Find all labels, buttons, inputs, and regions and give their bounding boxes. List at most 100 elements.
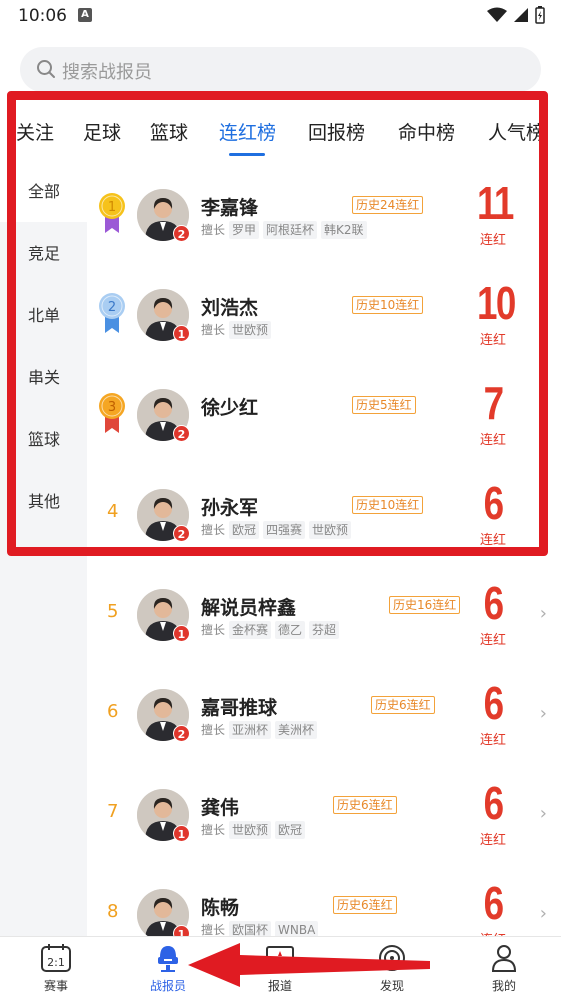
expertise-tag: 世欧预 [229,321,272,339]
ranking-row[interactable]: 4 2 孙永军 历史10连红 擅长 欧冠 四强赛 世欧预 6 连红 › [87,463,561,563]
nav-reports[interactable]: 报道 [240,943,320,994]
profile-icon [491,945,517,972]
tab-return-ranking[interactable]: 回报榜 [308,118,365,145]
expertise-tags: 擅长 欧冠 四强赛 世欧预 [201,521,352,539]
calendar-score-icon: 2:1 [41,944,71,972]
expertise-tags: 擅长 世欧预 [201,321,272,339]
history-streak-badge: 历史10连红 [352,296,424,314]
wifi-icon [487,7,507,22]
expertise-label: 擅长 [201,723,226,737]
tab-popularity-ranking[interactable]: 人气榜 [488,118,545,145]
tab-streak-ranking[interactable]: 连红榜 [219,118,276,145]
ranking-row[interactable]: 2 1 刘浩杰 历史10连红 擅长 世欧预 10 连红 › [87,263,561,363]
reporter-name: 解说员梓鑫 [201,597,297,619]
nav-label: 赛事 [43,979,68,993]
reporter-name: 刘浩杰 [201,297,259,319]
tab-basketball[interactable]: 篮球 [150,118,188,145]
nav-profile[interactable]: 我的 [464,943,544,994]
status-icons [487,6,545,24]
search-bar[interactable]: 搜索战报员 [20,47,541,92]
category-label: 篮球 [28,430,61,449]
current-streak: 6 连红 [473,679,513,748]
nav-label: 发现 [379,979,404,993]
chevron-right-icon: › [539,503,547,524]
tab-follow[interactable]: 关注 [16,118,54,145]
history-streak-badge: 历史6连红 [333,796,397,814]
expertise-tag: 金杯赛 [229,621,272,639]
medal-icon: 1 [99,193,125,233]
expertise-tag: 芬超 [309,621,340,639]
category-sidebar: 全部 竞足 北单 串关 篮球 其他 [0,160,87,936]
reporter-name: 嘉哥推球 [201,697,278,719]
category-label: 全部 [28,182,61,201]
chevron-right-icon: › [539,203,547,224]
rank-number: 5 [107,601,119,622]
nav-label: 报道 [267,979,292,993]
rank-number: 1 [108,200,116,215]
current-streak: 6 连红 [473,779,513,848]
expertise-tag: 阿根廷杯 [263,221,318,239]
reporter-name: 徐少红 [201,397,259,419]
history-streak-badge: 历史6连红 [333,896,397,914]
category-beidan[interactable]: 北单 [0,284,87,346]
category-other[interactable]: 其他 [0,470,87,532]
chevron-right-icon: › [539,603,547,624]
category-parlay[interactable]: 串关 [0,346,87,408]
rank-number: 2 [108,300,116,315]
nav-discover[interactable]: 发现 [352,943,432,994]
rank-number: 8 [107,901,119,922]
expertise-tag: 欧冠 [275,821,306,839]
streak-count: 6 [483,577,504,629]
expertise-tag: 世欧预 [309,521,352,539]
category-label: 竞足 [28,244,61,263]
avatar-count-badge: 1 [173,825,190,842]
current-streak: 7 连红 [473,379,513,448]
status-bar: 10:06 A [0,0,561,34]
reporter-name: 龚伟 [201,797,240,819]
current-streak: 11 连红 [473,179,514,248]
category-tabs: 关注 足球 篮球 连红榜 回报榜 命中榜 人气榜 [0,100,561,160]
streak-label: 连红 [479,233,506,248]
active-tab-indicator [229,153,265,156]
tab-football[interactable]: 足球 [83,118,121,145]
history-streak-badge: 历史5连红 [352,396,416,414]
tab-hit-ranking[interactable]: 命中榜 [398,118,455,145]
bottom-navigation: 2:1 赛事 战报员 报道 发现 我的 [0,936,561,997]
streak-label: 连红 [479,433,506,448]
battery-icon [535,6,545,24]
expertise-label: 擅长 [201,223,226,237]
streak-count: 6 [483,877,504,929]
ranking-row[interactable]: 6 2 嘉哥推球 历史6连红 擅长 亚洲杯 美洲杯 6 连红 › [87,663,561,763]
streak-count: 10 [477,277,516,329]
discover-icon [379,945,405,971]
ranking-row[interactable]: 1 2 李嘉锋 历史24连红 擅长 罗甲 阿根廷杯 韩K2联 11 连红 › [87,163,561,263]
streak-label: 连红 [479,533,506,548]
expertise-tag: 德乙 [275,621,306,639]
history-streak-badge: 历史16连红 [389,596,461,614]
expertise-tag: 欧冠 [229,521,260,539]
expertise-tag: 世欧预 [229,821,272,839]
streak-label: 连红 [479,833,506,848]
notification-a-icon: A [78,8,92,22]
expertise-tag: 韩K2联 [321,221,367,239]
expertise-label: 擅长 [201,523,226,537]
nav-reporters[interactable]: 战报员 [128,943,208,994]
category-label: 其他 [28,492,61,511]
expertise-tags: 擅长 亚洲杯 美洲杯 [201,721,318,739]
streak-count: 6 [483,777,504,829]
category-all[interactable]: 全部 [0,160,87,222]
nav-events[interactable]: 2:1 赛事 [16,943,96,994]
expertise-tags: 擅长 金杯赛 德乙 芬超 [201,621,340,639]
search-icon [37,60,55,78]
category-jingzu[interactable]: 竞足 [0,222,87,284]
ranking-row[interactable]: 7 1 龚伟 历史6连红 擅长 世欧预 欧冠 6 连红 › [87,763,561,863]
ranking-row[interactable]: 5 1 解说员梓鑫 历史16连红 擅长 金杯赛 德乙 芬超 6 连红 › [87,563,561,663]
nav-label: 战报员 [149,979,186,993]
chevron-right-icon: › [539,403,547,424]
avatar-count-badge: 1 [173,625,190,642]
chevron-right-icon: › [539,903,547,924]
ranking-row[interactable]: 3 2 徐少红 历史5连红 7 连红 › [87,363,561,463]
expertise-tags: 擅长 罗甲 阿根廷杯 韩K2联 [201,221,367,239]
expertise-tag: 四强赛 [263,521,306,539]
category-basketball[interactable]: 篮球 [0,408,87,470]
